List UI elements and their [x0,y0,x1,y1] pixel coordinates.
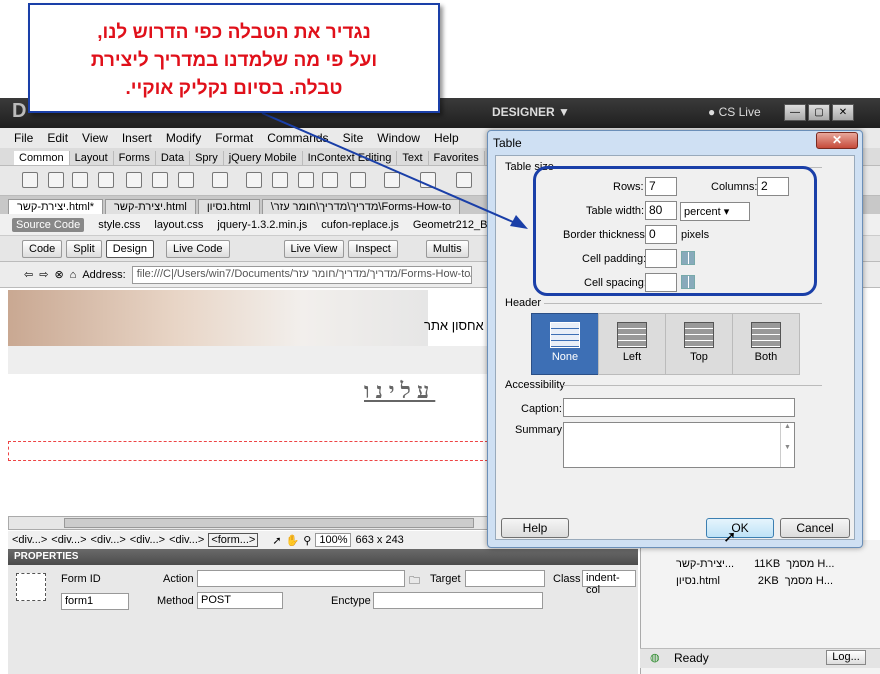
arrow-head [510,215,528,229]
instruction-callout: נגדיר את הטבלה כפי הדרוש לנו, ועל פי מה … [28,3,440,113]
callout-line-1: נגדיר את הטבלה כפי הדרוש לנו, [97,22,371,43]
arrow-line [261,112,521,226]
callout-line-3: טבלה. בסיום נקליק אוקיי. [125,78,343,99]
callout-line-2: ועל פי מה שלמדנו במדריך ליצירת [90,50,378,71]
